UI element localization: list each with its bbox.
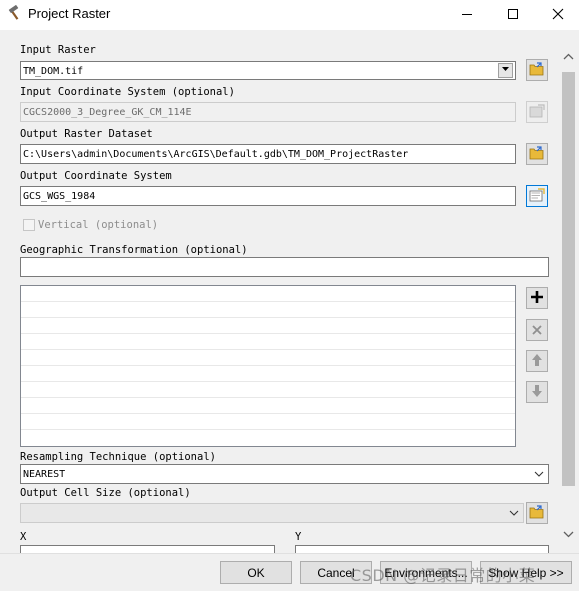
watermark: CSDN @记录日常的小菜 [350,566,536,585]
project-raster-dialog: Project Raster Input Raster TM_DOM.tif I… [0,0,579,591]
vertical-label: Vertical (optional) [38,219,159,231]
close-icon [552,5,564,24]
transformation-list[interactable] [20,285,516,447]
vertical-checkbox [23,219,35,231]
maximize-button[interactable] [490,0,536,29]
add-row-button[interactable] [526,287,548,309]
arrow-up-icon [531,352,543,371]
output-coordinate-system-button[interactable] [526,185,548,207]
list-row-divider [21,381,515,382]
scrollbar-thumb[interactable] [562,72,575,486]
chevron-down-icon[interactable] [563,523,574,542]
input-raster-combo[interactable]: TM_DOM.tif [20,61,516,80]
list-row-divider [21,317,515,318]
chevron-down-icon [501,64,510,77]
minimize-icon [461,5,473,24]
parameter-pane: Input Raster TM_DOM.tif Input Coordinate… [0,30,579,553]
cell-size-y-input[interactable] [295,545,549,553]
geographic-transformation-label: Geographic Transformation (optional) [20,244,248,256]
input-raster-browse-button[interactable] [526,59,548,81]
input-raster-value: TM_DOM.tif [23,66,84,77]
input-raster-label: Input Raster [20,44,96,56]
output-coordinate-system-input[interactable]: GCS_WGS_1984 [20,186,516,206]
folder-icon [529,145,545,164]
maximize-icon [507,5,519,24]
list-row-divider [21,301,515,302]
output-raster-dataset-value: C:\Users\admin\Documents\ArcGIS\Default.… [23,149,409,160]
cell-size-x-label: X [20,531,27,543]
input-raster-dropdown-button[interactable] [498,63,513,78]
coordinate-system-icon [529,103,545,122]
output-raster-dataset-label: Output Raster Dataset [20,128,153,140]
arrow-down-icon [531,383,543,402]
remove-row-button [526,319,548,341]
output-cell-size-select [20,503,524,523]
move-up-button [526,350,548,372]
window-title: Project Raster [28,6,111,21]
dialog-button-bar: OK Cancel Environments... Show Help >> C… [0,553,579,591]
vertical-scrollbar[interactable] [560,30,577,553]
list-row-divider [21,365,515,366]
geographic-transformation-input[interactable] [20,257,549,277]
cell-size-x-input[interactable] [20,545,275,553]
folder-icon [529,504,545,523]
coordinate-system-icon [529,187,545,206]
resampling-technique-value: NEAREST [23,469,66,480]
plus-icon [530,289,544,308]
folder-icon [529,61,545,80]
output-cell-size-label: Output Cell Size (optional) [20,487,191,499]
chevron-up-icon[interactable] [563,46,574,65]
ok-button[interactable]: OK [220,561,292,584]
output-cell-size-browse-button[interactable] [526,502,548,524]
list-row-divider [21,333,515,334]
input-coordinate-system-label: Input Coordinate System (optional) [20,86,235,98]
output-raster-dataset-browse-button[interactable] [526,143,548,165]
resampling-technique-select[interactable]: NEAREST [20,464,549,484]
list-row-divider [21,349,515,350]
hammer-icon [7,4,23,21]
output-raster-dataset-input[interactable]: C:\Users\admin\Documents\ArcGIS\Default.… [20,144,516,164]
output-coordinate-system-label: Output Coordinate System [20,170,172,182]
minimize-button[interactable] [444,0,490,29]
title-bar: Project Raster [0,0,579,30]
chevron-down-icon [509,508,519,521]
list-row-divider [21,413,515,414]
input-coordinate-system-field: CGCS2000_3_Degree_GK_CM_114E [20,102,516,122]
output-coordinate-system-value: GCS_WGS_1984 [23,191,96,202]
list-row-divider [21,429,515,430]
x-icon [531,321,543,340]
input-coordinate-system-value: CGCS2000_3_Degree_GK_CM_114E [23,107,192,118]
cell-size-y-label: Y [295,531,302,543]
list-row-divider [21,397,515,398]
resampling-technique-label: Resampling Technique (optional) [20,451,216,463]
chevron-down-icon [534,469,544,482]
input-coordinate-system-button [526,101,548,123]
close-button[interactable] [535,0,579,29]
move-down-button [526,381,548,403]
